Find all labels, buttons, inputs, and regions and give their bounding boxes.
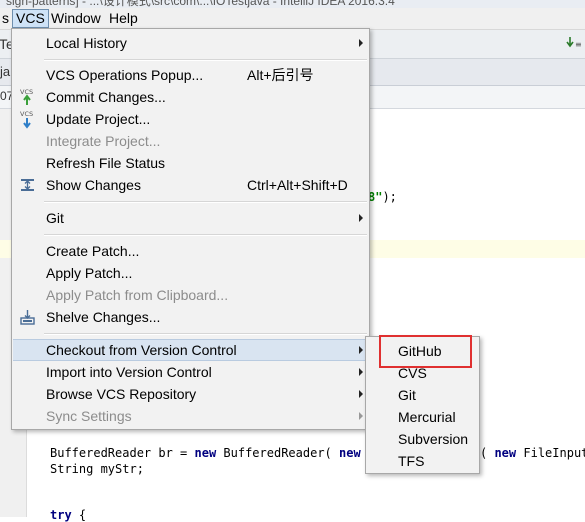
- svg-text:≡: ≡: [575, 40, 582, 49]
- menu-import-into-vcs[interactable]: Import into Version Control: [13, 361, 368, 383]
- menu-separator: [44, 201, 367, 203]
- menu-label: Refresh File Status: [46, 155, 166, 171]
- menu-label: TFS: [398, 453, 425, 469]
- menu-separator: [44, 333, 367, 335]
- menu-label: Browse VCS Repository: [46, 386, 197, 402]
- menu-browse-vcs-repository[interactable]: Browse VCS Repository: [13, 383, 368, 405]
- menu-label: Git: [398, 387, 416, 403]
- menu-apply-patch[interactable]: Apply Patch...: [13, 262, 368, 284]
- menu-label: Mercurial: [398, 409, 456, 425]
- menu-apply-patch-clipboard: Apply Patch from Clipboard...: [13, 284, 368, 306]
- svg-text:VCS: VCS: [20, 88, 33, 96]
- menu-bar: s VCS Window Help: [0, 8, 585, 30]
- menu-label: Apply Patch from Clipboard...: [46, 287, 229, 303]
- code-line-mystr: String myStr;: [50, 462, 144, 476]
- menu-checkout-from-vcs[interactable]: Checkout from Version Control: [13, 339, 368, 361]
- code-line-bufferedreader: BufferedReader br = new BufferedReader( …: [50, 446, 375, 460]
- menu-commit-changes[interactable]: VCS Commit Changes...: [13, 86, 368, 108]
- menu-label: Commit Changes...: [46, 89, 166, 105]
- menu-show-changes[interactable]: Show Changes Ctrl+Alt+Shift+D: [13, 174, 368, 196]
- menu-label: Subversion: [398, 431, 469, 447]
- menu-label: Import into Version Control: [46, 364, 212, 380]
- submenu-subversion[interactable]: Subversion: [367, 428, 478, 450]
- menu-item-help[interactable]: Help: [106, 9, 141, 28]
- menu-label: Show Changes: [46, 177, 141, 193]
- download-arrow-icon[interactable]: ≡: [566, 36, 582, 53]
- menu-label: Shelve Changes...: [46, 309, 161, 325]
- menu-label: Git: [46, 210, 64, 226]
- vcs-menu: Local History VCS Operations Popup... Al…: [11, 28, 370, 430]
- submenu-git[interactable]: Git: [367, 384, 478, 406]
- submenu-arrow-icon: [359, 39, 363, 47]
- menu-sync-settings: Sync Settings: [13, 405, 368, 427]
- menu-item-prev[interactable]: s: [0, 9, 12, 28]
- show-changes-icon: [18, 175, 38, 195]
- menu-label: Update Project...: [46, 111, 151, 127]
- menu-label: Apply Patch...: [46, 265, 133, 281]
- menu-label: Local History: [46, 35, 127, 51]
- code-line-string: 8");: [368, 190, 397, 204]
- menu-refresh-file-status[interactable]: Refresh File Status: [13, 152, 368, 174]
- editor-tab-fragment[interactable]: ja: [0, 64, 10, 79]
- menu-integrate-project: Integrate Project...: [13, 130, 368, 152]
- menu-local-history[interactable]: Local History: [13, 32, 368, 54]
- submenu-arrow-icon: [359, 390, 363, 398]
- menu-shelve-changes[interactable]: Shelve Changes...: [13, 306, 368, 328]
- menu-label: Integrate Project...: [46, 133, 161, 149]
- menu-git[interactable]: Git: [13, 207, 368, 229]
- menu-separator: [44, 234, 367, 236]
- vcs-update-icon: VCS: [18, 109, 38, 129]
- menu-item-window[interactable]: Window: [48, 9, 104, 28]
- menu-label: Create Patch...: [46, 243, 140, 259]
- submenu-arrow-icon: [359, 412, 363, 420]
- menu-shortcut: Ctrl+Alt+Shift+D: [247, 177, 348, 193]
- menu-update-project[interactable]: VCS Update Project...: [13, 108, 368, 130]
- vcs-commit-icon: VCS: [18, 87, 38, 107]
- menu-shortcut: Alt+后引号: [247, 67, 314, 83]
- menu-label: VCS Operations Popup...: [46, 67, 204, 83]
- menu-separator: [44, 59, 367, 61]
- menu-label: Sync Settings: [46, 408, 132, 424]
- submenu-arrow-icon: [359, 368, 363, 376]
- menu-label: Checkout from Version Control: [46, 342, 237, 358]
- menu-item-vcs[interactable]: VCS: [12, 9, 49, 28]
- menu-create-patch[interactable]: Create Patch...: [13, 240, 368, 262]
- code-line-try: try {: [50, 508, 87, 522]
- code-line-fileinputstream: ( new FileInputS: [480, 446, 585, 460]
- svg-text:VCS: VCS: [20, 110, 33, 118]
- shelve-icon: [18, 307, 38, 327]
- menu-vcs-operations-popup[interactable]: VCS Operations Popup... Alt+后引号: [13, 64, 368, 86]
- submenu-mercurial[interactable]: Mercurial: [367, 406, 478, 428]
- submenu-arrow-icon: [359, 346, 363, 354]
- submenu-tfs[interactable]: TFS: [367, 450, 478, 472]
- submenu-arrow-icon: [359, 214, 363, 222]
- github-highlight-box: [379, 335, 472, 368]
